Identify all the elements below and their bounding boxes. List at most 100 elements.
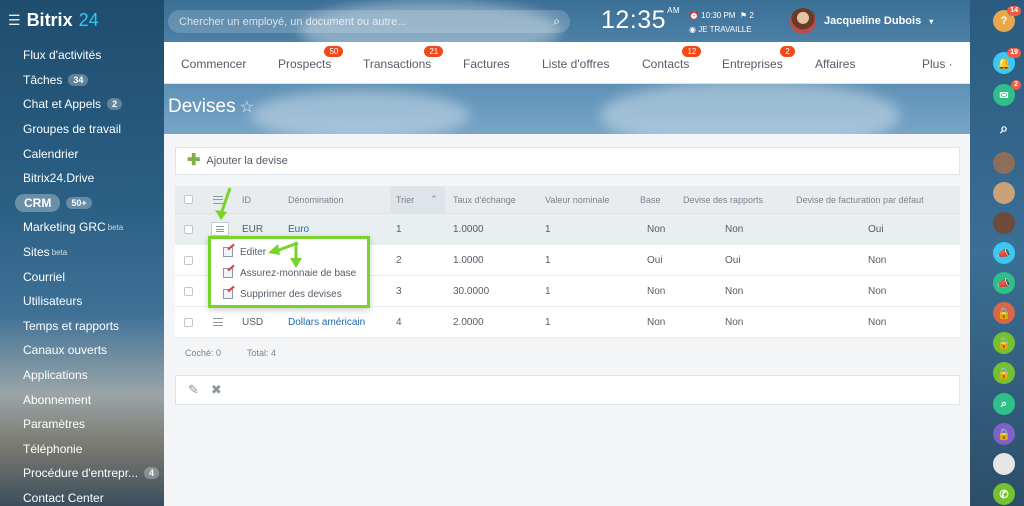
sidebar-item[interactable]: Téléphonie [0, 437, 164, 462]
sidebar-item[interactable]: Chat et Appels 2 [0, 92, 164, 117]
tab[interactable]: Transactions 21 [363, 46, 444, 71]
add-currency-button[interactable]: ✚ Ajouter la devise [175, 147, 960, 175]
logo[interactable]: ☰ Bitrix 24 [8, 10, 99, 31]
cell-name[interactable]: Dollars américain [288, 307, 365, 337]
bell-icon: 🔔 [997, 57, 1011, 70]
sidebar-item[interactable]: Sites beta [0, 240, 164, 265]
search-placeholder: Chercher un employé, un document ou autr… [179, 15, 407, 28]
row-checkbox[interactable] [184, 245, 193, 275]
menu-item-delete[interactable]: Supprimer des devises [223, 287, 342, 301]
sidebar-item[interactable]: Abonnement [0, 387, 164, 412]
header-report[interactable]: Devise des rapports [683, 186, 763, 213]
cell-id: USD [242, 316, 264, 328]
contact-avatar[interactable] [993, 212, 1015, 234]
menu-item-edit[interactable]: Editer [223, 245, 266, 259]
tab[interactable]: Prospects 50 [278, 46, 344, 71]
sidebar-item[interactable]: Groupes de travail [0, 117, 164, 142]
delete-icon [223, 289, 233, 299]
work-status[interactable]: ⏰ 10:30 PM ⚑ 2 ◉ JE TRAVAILLE [689, 9, 754, 37]
sidebar-item-count: 4 [144, 467, 160, 480]
edit-pencil-icon[interactable]: ✎ [188, 382, 199, 398]
search-chat-icon[interactable]: ⌕ [993, 393, 1015, 415]
sky-cloud [250, 90, 470, 140]
tab[interactable]: Liste d'offres [542, 57, 609, 71]
sidebar-item-label: Abonnement [23, 392, 92, 407]
row-menu-icon[interactable] [211, 307, 225, 337]
sidebar-item[interactable]: Courriel [0, 264, 164, 289]
sidebar-item[interactable]: Utilisateurs [0, 289, 164, 314]
sidebar-item-label: Groupes de travail [23, 122, 122, 137]
chat-badge: 2 [1011, 80, 1021, 90]
header-sort[interactable]: Trier ⌃ [390, 186, 445, 213]
row-checkbox[interactable] [184, 276, 193, 306]
flag-icon: ⚑ [739, 11, 748, 20]
menu-burger-icon[interactable]: ☰ [8, 12, 21, 29]
total-count: Total: 4 [247, 348, 277, 358]
header-rate[interactable]: Taux d'échange [453, 186, 516, 213]
chat-button[interactable]: ✉ 2 [993, 80, 1021, 106]
tab[interactable]: Commencer [181, 57, 246, 71]
header-id[interactable]: ID [242, 186, 251, 213]
sidebar-item-count: 50+ [66, 196, 92, 209]
lock-icon[interactable]: 🔒 [993, 332, 1015, 354]
lock-icon[interactable]: 🔒 [993, 423, 1015, 445]
delete-x-icon[interactable]: ✖ [211, 382, 222, 398]
search-icon[interactable]: ⌕ [553, 14, 560, 29]
contact-avatar[interactable] [993, 182, 1015, 204]
select-all-checkbox[interactable] [184, 186, 193, 213]
avatar[interactable] [790, 8, 816, 34]
search-input[interactable]: Chercher un employé, un document ou autr… [168, 10, 570, 33]
work-status-label: JE TRAVAILLE [698, 25, 752, 34]
header-name[interactable]: Dénomination [288, 186, 344, 213]
checked-count: Coché: 0 [185, 348, 222, 358]
sidebar-item[interactable]: Marketing GRC beta [0, 215, 164, 240]
sidebar-item-label: Bitrix24.Drive [23, 171, 95, 186]
clock[interactable]: 12:35AM [601, 6, 680, 35]
edit-icon [223, 268, 233, 278]
tab-label: Factures [463, 57, 510, 71]
tab[interactable]: Factures [463, 57, 510, 71]
help-button[interactable]: ? 14 [993, 6, 1021, 32]
megaphone-icon[interactable]: 📣 [993, 272, 1015, 294]
sidebar-item[interactable]: Temps et rapports [0, 314, 164, 339]
sidebar-item[interactable]: CRM 50+ [0, 191, 164, 216]
sidebar-item-label: Procédure d'entrepr... [23, 466, 139, 481]
help-badge: 14 [1007, 6, 1021, 16]
cell-report: Non [725, 316, 744, 328]
header-invoice[interactable]: Devise de facturation par défaut [796, 186, 924, 213]
cell-nominal: 1 [545, 316, 551, 328]
star-icon[interactable]: ☆ [240, 99, 254, 116]
tab[interactable]: Affaires [815, 57, 855, 71]
notifications-button[interactable]: 🔔 19 [993, 48, 1021, 74]
phone-icon[interactable]: ✆ [993, 483, 1015, 505]
help-icon: ? [1000, 15, 1008, 27]
sidebar-item[interactable]: Paramètres [0, 412, 164, 437]
sidebar-item[interactable]: Tâches 34 [0, 68, 164, 93]
sidebar-item[interactable]: Contact Center [0, 486, 164, 506]
megaphone-icon[interactable]: 📣 [993, 242, 1015, 264]
user-menu[interactable]: Jacqueline Dubois ▾ [790, 8, 933, 34]
user-name: Jacqueline Dubois [824, 15, 922, 27]
tab[interactable]: Plus · [922, 57, 953, 71]
header-base[interactable]: Base [640, 186, 661, 213]
sidebar-item[interactable]: Canaux ouverts [0, 338, 164, 363]
sidebar-item[interactable]: Calendrier [0, 141, 164, 166]
sidebar-item[interactable]: Bitrix24.Drive [0, 166, 164, 191]
row-checkbox[interactable] [184, 307, 193, 337]
tab-label: Contacts [642, 57, 690, 71]
table-row[interactable]: USD Dollars américain 4 2.0000 1 Non Non Non [175, 307, 960, 338]
lock-icon[interactable]: 🔒 [993, 302, 1015, 324]
rightbar-search-button[interactable]: ⌕ [993, 117, 1015, 139]
sidebar-item-sup: beta [107, 222, 124, 232]
lock-icon[interactable]: 🔒 [993, 362, 1015, 384]
tab[interactable]: Entreprises 2 [722, 46, 795, 71]
sidebar-item[interactable]: Applications [0, 363, 164, 388]
contact-avatar[interactable] [993, 152, 1015, 174]
sidebar-item[interactable]: Procédure d'entrepr... 4 [0, 461, 164, 486]
sidebar-item[interactable]: Flux d'activités [0, 43, 164, 68]
row-checkbox[interactable] [184, 214, 193, 244]
contact-avatar[interactable] [993, 453, 1015, 475]
header-nominal[interactable]: Valeur nominale [545, 186, 609, 213]
left-sidebar: ☰ Bitrix 24 Flux d'activités Tâches 34 Chat… [0, 0, 164, 506]
tab[interactable]: Contacts 12 [642, 46, 702, 71]
